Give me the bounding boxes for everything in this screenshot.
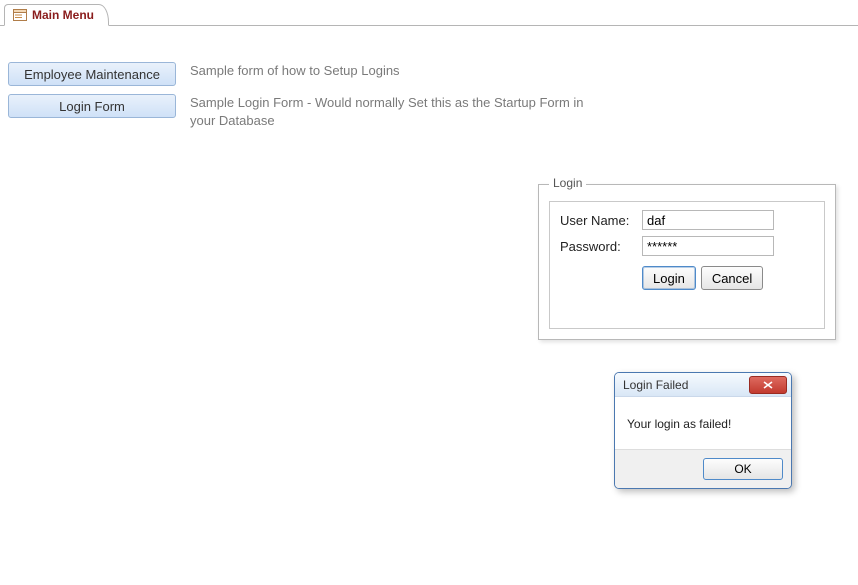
login-failed-msgbox: Login Failed Your login as failed! OK (614, 372, 792, 489)
msgbox-footer: OK (615, 449, 791, 488)
tab-main-menu[interactable]: Main Menu (4, 4, 109, 26)
cancel-button[interactable]: Cancel (701, 266, 763, 290)
login-inner: User Name: Password: Login Cancel (549, 201, 825, 329)
msgbox-title-text: Login Failed (623, 378, 688, 392)
employee-maintenance-desc: Sample form of how to Setup Logins (190, 62, 400, 80)
close-button[interactable] (749, 376, 787, 394)
menu-row-login: Login Form Sample Login Form - Would nor… (8, 94, 850, 129)
login-button[interactable]: Login (642, 266, 696, 290)
username-row: User Name: (560, 210, 814, 230)
msgbox-body: Your login as failed! (615, 397, 791, 449)
login-dialog: Login User Name: Password: Login Cancel (538, 184, 836, 340)
username-input[interactable] (642, 210, 774, 230)
tab-title: Main Menu (32, 8, 94, 22)
username-label: User Name: (560, 213, 642, 228)
employee-maintenance-button[interactable]: Employee Maintenance (8, 62, 176, 86)
form-icon (13, 9, 27, 21)
password-label: Password: (560, 239, 642, 254)
login-button-row: Login Cancel (642, 266, 814, 290)
tab-bar: Main Menu (0, 0, 858, 26)
password-row: Password: (560, 236, 814, 256)
password-input[interactable] (642, 236, 774, 256)
login-form-button[interactable]: Login Form (8, 94, 176, 118)
msgbox-titlebar: Login Failed (615, 373, 791, 397)
login-form-desc: Sample Login Form - Would normally Set t… (190, 94, 610, 129)
close-icon (763, 381, 773, 389)
main-content: Employee Maintenance Sample form of how … (0, 26, 858, 145)
ok-button[interactable]: OK (703, 458, 783, 480)
login-legend: Login (549, 176, 586, 190)
menu-row-employee: Employee Maintenance Sample form of how … (8, 62, 850, 86)
